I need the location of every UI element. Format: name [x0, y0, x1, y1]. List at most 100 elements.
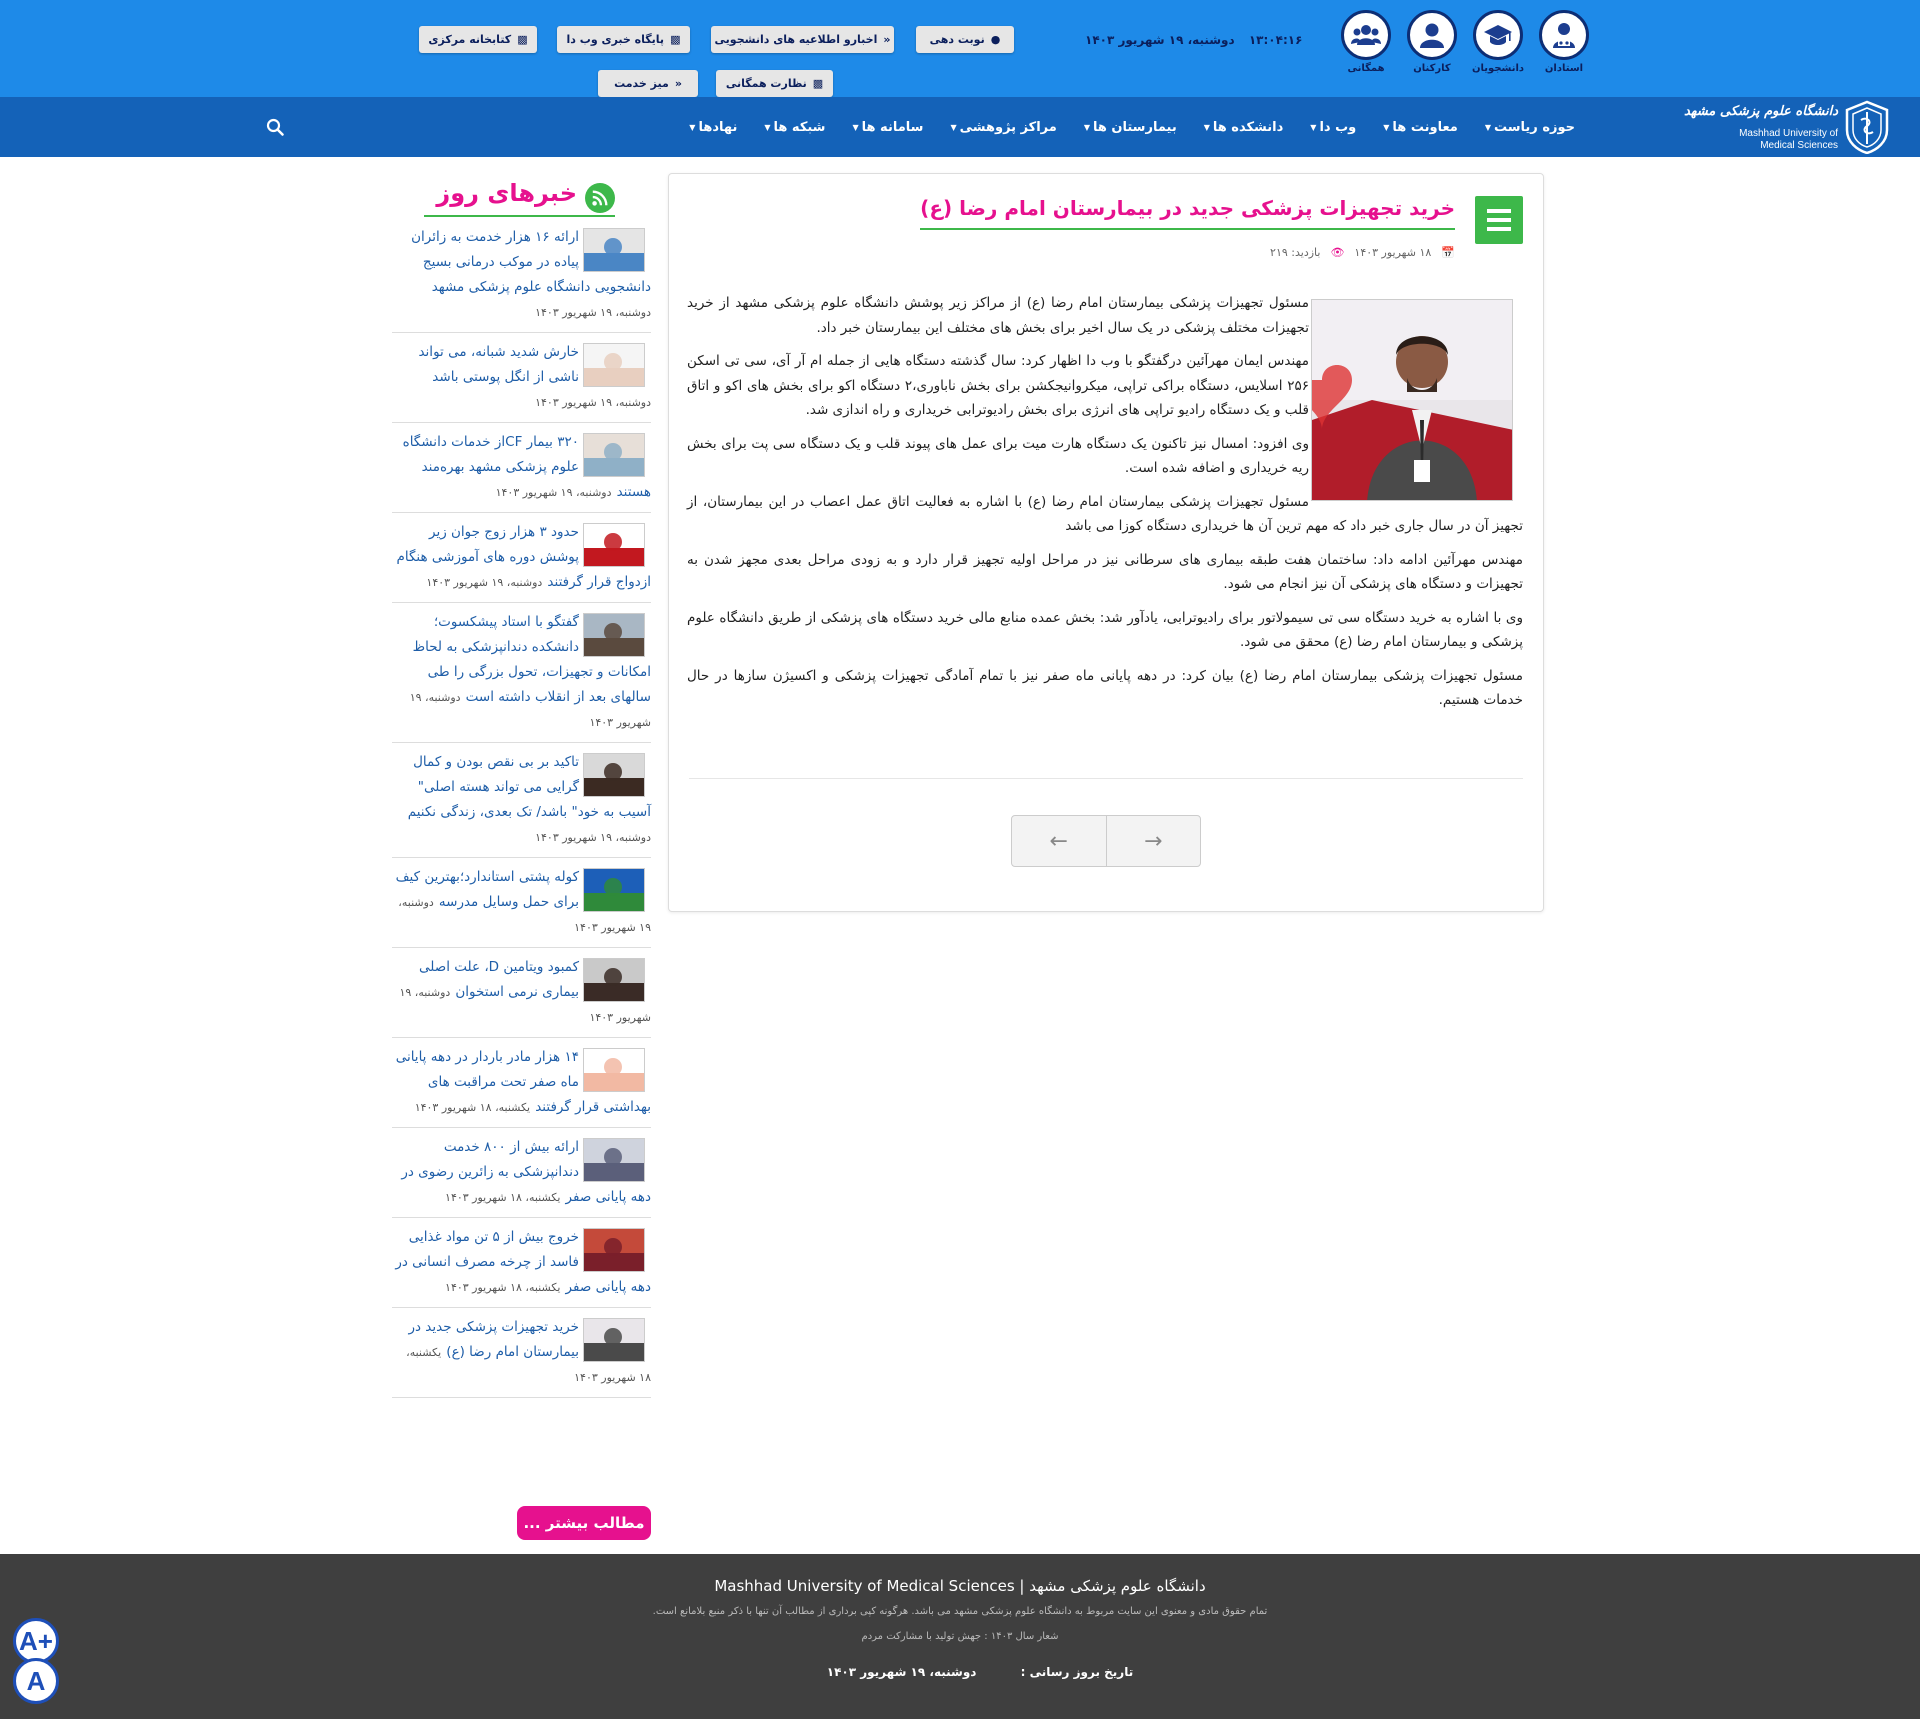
update-label: تاریخ بروز رسانی : [1020, 1665, 1134, 1679]
news-item[interactable]: خرید تجهیزات پزشکی جدید در بیمارستان اما… [392, 1308, 651, 1398]
current-date: دوشنبه، ۱۹ شهریور ۱۴۰۳ [1085, 33, 1235, 47]
update-date: دوشنبه، ۱۹ شهریور ۱۴۰۳ [826, 1665, 977, 1679]
book-icon: ▩ [670, 33, 681, 46]
chevron-down-icon: ▼ [689, 122, 696, 132]
role-students[interactable]: دانشجویان [1472, 10, 1524, 74]
news-thumbnail[interactable] [583, 228, 645, 272]
nav-item-networks[interactable]: شبکه ها ▼ [764, 120, 825, 135]
more-news-button[interactable]: مطالب بیشتر ... [517, 1506, 651, 1540]
footer-slogan: شعار سال ۱۴۰۳ : جهش تولید با مشارکت مردم [861, 1631, 1059, 1642]
news-item[interactable]: ارائه ۱۶ هزار خدمت به زائران پیاده در مو… [392, 218, 651, 333]
chevron-down-icon: ▼ [1484, 122, 1491, 132]
nav-item-webda[interactable]: وب دا ▼ [1310, 120, 1356, 135]
news-thumbnail[interactable] [583, 433, 645, 477]
list-menu-icon[interactable] [1475, 196, 1523, 244]
role-public[interactable]: همگانی [1340, 10, 1392, 74]
sidebar-daily-news: خبرهای روز ارائه ۱۶ هزار خدمت به زائران … [392, 173, 651, 1398]
news-item[interactable]: ۱۴ هزار مادر باردار در دهه پایانی ماه صف… [392, 1038, 651, 1128]
nav-item-research-centers[interactable]: مراکز پژوهشی ▼ [950, 120, 1056, 135]
news-item[interactable]: تاکید بر بی نقص بودن و کمال گرایی می توا… [392, 743, 651, 858]
book-icon: ▩ [812, 77, 824, 90]
role-staff[interactable]: کارکنان [1406, 10, 1458, 74]
graduation-cap-icon [1473, 10, 1523, 60]
role-label: کارکنان [1413, 63, 1451, 74]
role-label: استادان [1544, 63, 1584, 74]
news-date: دوشنبه، ۱۹ شهریور ۱۴۰۳ [535, 831, 651, 844]
news-thumbnail[interactable] [583, 1318, 645, 1362]
chevron-down-icon: ▼ [950, 122, 957, 132]
nav-item-presidency[interactable]: حوزه ریاست ▼ [1485, 120, 1575, 135]
double-angle-left-icon: « [674, 77, 682, 90]
nav-menu: حوزه ریاست ▼ معاونت ها ▼ وب دا ▼ دانشکده ها… [689, 97, 1575, 157]
next-article-button[interactable]: → [1107, 816, 1201, 866]
role-professors[interactable]: استادان [1538, 10, 1590, 74]
chevron-down-icon: ▼ [1310, 122, 1317, 132]
central-library-button[interactable]: ▩ کتابخانه مرکزی [419, 26, 537, 53]
role-links: استادان دانشجویان کارکنان همگانی [1340, 10, 1590, 74]
divider [689, 778, 1523, 779]
article-pager: ← → [1011, 815, 1201, 867]
nav-item-faculties[interactable]: دانشکده ها ▼ [1204, 120, 1284, 135]
news-thumbnail[interactable] [583, 613, 645, 657]
nav-item-hospitals[interactable]: بیمارستان ها ▼ [1084, 120, 1177, 135]
article-paragraph: مهندس مهرآئین ادامه داد: ساختمان هفت طبق… [687, 551, 1523, 593]
news-title[interactable]: خارش شدید شبانه، می تواند ناشی از انگل پ… [418, 344, 579, 385]
footer-copyright: تمام حقوق مادی و معنوی این سایت مربوط به… [652, 1606, 1268, 1617]
news-thumbnail[interactable] [583, 523, 645, 567]
news-item[interactable]: گفتگو با استاد پیشکسوت؛ دانشکده دندانپزش… [392, 603, 651, 743]
news-item[interactable]: خروج بیش از ۵ تن مواد غذایی فاسد از چرخه… [392, 1218, 651, 1308]
nav-label: وب دا [1319, 119, 1357, 135]
news-item[interactable]: خارش شدید شبانه، می تواند ناشی از انگل پ… [392, 333, 651, 423]
button-label: پایگاه خبری وب دا [566, 33, 665, 46]
article-photo [1311, 299, 1513, 501]
university-logo[interactable]: دانشگاه علوم پزشکی مشهد Mashhad Universi… [1684, 100, 1890, 154]
news-portal-button[interactable]: ▩ پایگاه خبری وب دا [557, 26, 690, 53]
button-label: نوبت دهی [929, 33, 985, 46]
news-date: یکشنبه، ۱۸ شهریور ۱۴۰۳ [445, 1281, 561, 1294]
role-label: دانشجویان [1472, 63, 1525, 74]
rss-icon[interactable] [585, 183, 615, 213]
news-item[interactable]: ارائه بیش از ۸۰۰ خدمت دندانپزشکی به زائر… [392, 1128, 651, 1218]
news-date: دوشنبه، ۱۹ شهریور ۱۴۰۳ [535, 306, 651, 319]
news-item[interactable]: کمبود ویتامین D، علت اصلی بیماری نرمی اس… [392, 948, 651, 1038]
public-supervision-button[interactable]: ▩ نظارت همگانی [716, 70, 833, 97]
nav-item-institutions[interactable]: نهادها ▼ [689, 120, 737, 135]
chevron-down-icon: ▼ [764, 122, 771, 132]
news-thumbnail[interactable] [583, 1048, 645, 1092]
news-thumbnail[interactable] [583, 753, 645, 797]
article-date: ۱۸ شهریور ۱۴۰۳ [1354, 246, 1432, 259]
news-thumbnail[interactable] [583, 958, 645, 1002]
nav-item-deputies[interactable]: معاونت ها ▼ [1383, 120, 1458, 135]
news-thumbnail[interactable] [583, 1138, 645, 1182]
appointment-button[interactable]: ● نوبت دهی [916, 26, 1014, 53]
nav-item-systems[interactable]: سامانه ها ▼ [852, 120, 923, 135]
button-label: نظارت همگانی [725, 77, 807, 90]
news-item[interactable]: ۳۲۰ بیمار CFاز خدمات دانشگاه علوم پزشکی … [392, 423, 651, 513]
student-news-button[interactable]: « اخبارو اطلاعیه های دانشجویی [711, 26, 894, 53]
news-item[interactable]: حدود ۳ هزار زوج جوان زیر پوشش دوره های آ… [392, 513, 651, 603]
article-title: خرید تجهیزات پزشکی جدید در بیمارستان اما… [920, 196, 1455, 230]
chevron-down-icon: ▼ [1383, 122, 1390, 132]
news-date: دوشنبه، ۱۹ شهریور ۱۴۰۳ [426, 576, 543, 589]
double-angle-left-icon: « [883, 33, 891, 46]
nav-label: نهادها [698, 119, 738, 135]
current-time: ۱۳:۰۴:۱۶ [1248, 33, 1303, 47]
news-thumbnail[interactable] [583, 1228, 645, 1272]
zoom-reset-button[interactable]: A [13, 1658, 59, 1704]
news-thumbnail[interactable] [583, 868, 645, 912]
news-date: دوشنبه، ۱۹ شهریور ۱۴۰۳ [535, 396, 651, 409]
book-icon: ▩ [517, 33, 528, 46]
button-label: اخبارو اطلاعیه های دانشجویی [714, 33, 878, 46]
nav-label: معاونت ها [1392, 119, 1458, 135]
service-desk-button[interactable]: « میز خدمت [598, 70, 698, 97]
users-icon [1341, 10, 1391, 60]
nav-label: دانشکده ها [1212, 119, 1284, 135]
news-date: یکشنبه، ۱۸ شهریور ۱۴۰۳ [414, 1101, 531, 1114]
sidebar-title: خبرهای روز [436, 179, 577, 207]
search-icon[interactable] [266, 118, 284, 136]
news-item[interactable]: کوله پشتی استاندارد؛بهترین کیف برای حمل … [392, 858, 651, 948]
teacher-icon [1539, 10, 1589, 60]
prev-article-button[interactable]: ← [1012, 816, 1107, 866]
chevron-down-icon: ▼ [1083, 122, 1090, 132]
news-thumbnail[interactable] [583, 343, 645, 387]
